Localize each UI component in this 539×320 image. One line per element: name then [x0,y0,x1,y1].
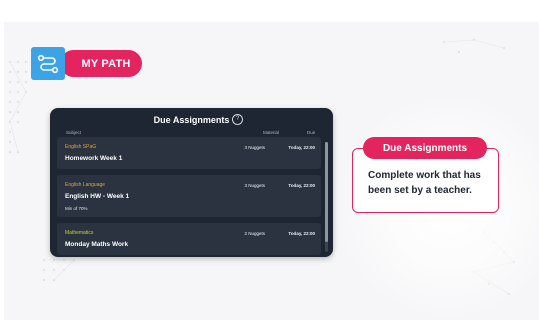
assignment-material: 3 Nuggets [244,183,265,188]
callout-text: Complete work that has been set by a tea… [368,170,481,196]
assignment-subject: English Language [65,182,106,188]
due-assignments-panel: Due Assignments ? Subject Material Due E… [50,108,333,257]
assignment-due: Today, 22:00 [288,231,315,236]
route-icon-glyph [37,54,59,73]
assignment-due: Today, 22:00 [288,145,315,150]
column-header-material: Material [263,130,280,135]
assignment-row[interactable]: Mathematics Monday Maths Work 2 Nuggets … [57,223,321,255]
assignment-subject: English SPaG [65,144,97,150]
callout-tag: Due Assignments [363,137,487,159]
scrollbar-thumb[interactable] [325,142,328,242]
assignment-title: Monday Maths Work [65,241,129,248]
assignment-title: English HW - Week 1 [65,193,130,200]
panel-scrollbar[interactable] [325,142,328,252]
column-header-subject: Subject [66,130,82,135]
panel-title: Due Assignments [153,115,230,125]
question-circle-icon[interactable]: ? [232,114,243,125]
assignment-material: 2 Nuggets [244,231,265,236]
assignment-material: 3 Nuggets [244,145,265,150]
assignment-note: Min of 70% [65,206,88,211]
assignment-due: Today, 22:00 [288,183,315,188]
route-icon[interactable] [31,47,65,80]
assignment-subject: Mathematics [65,230,94,236]
assignment-row[interactable]: English Language English HW - Week 1 Min… [57,175,321,217]
my-path-label: MY PATH [81,57,131,70]
column-header-due: Due [307,130,316,135]
my-path-badge[interactable]: MY PATH [60,50,142,77]
tutorial-stage: MY PATH Due Assignments ? Subject Materi… [4,22,539,320]
assignment-title: Homework Week 1 [65,155,123,162]
assignment-row[interactable]: English SPaG Homework Week 1 3 Nuggets T… [57,137,321,169]
